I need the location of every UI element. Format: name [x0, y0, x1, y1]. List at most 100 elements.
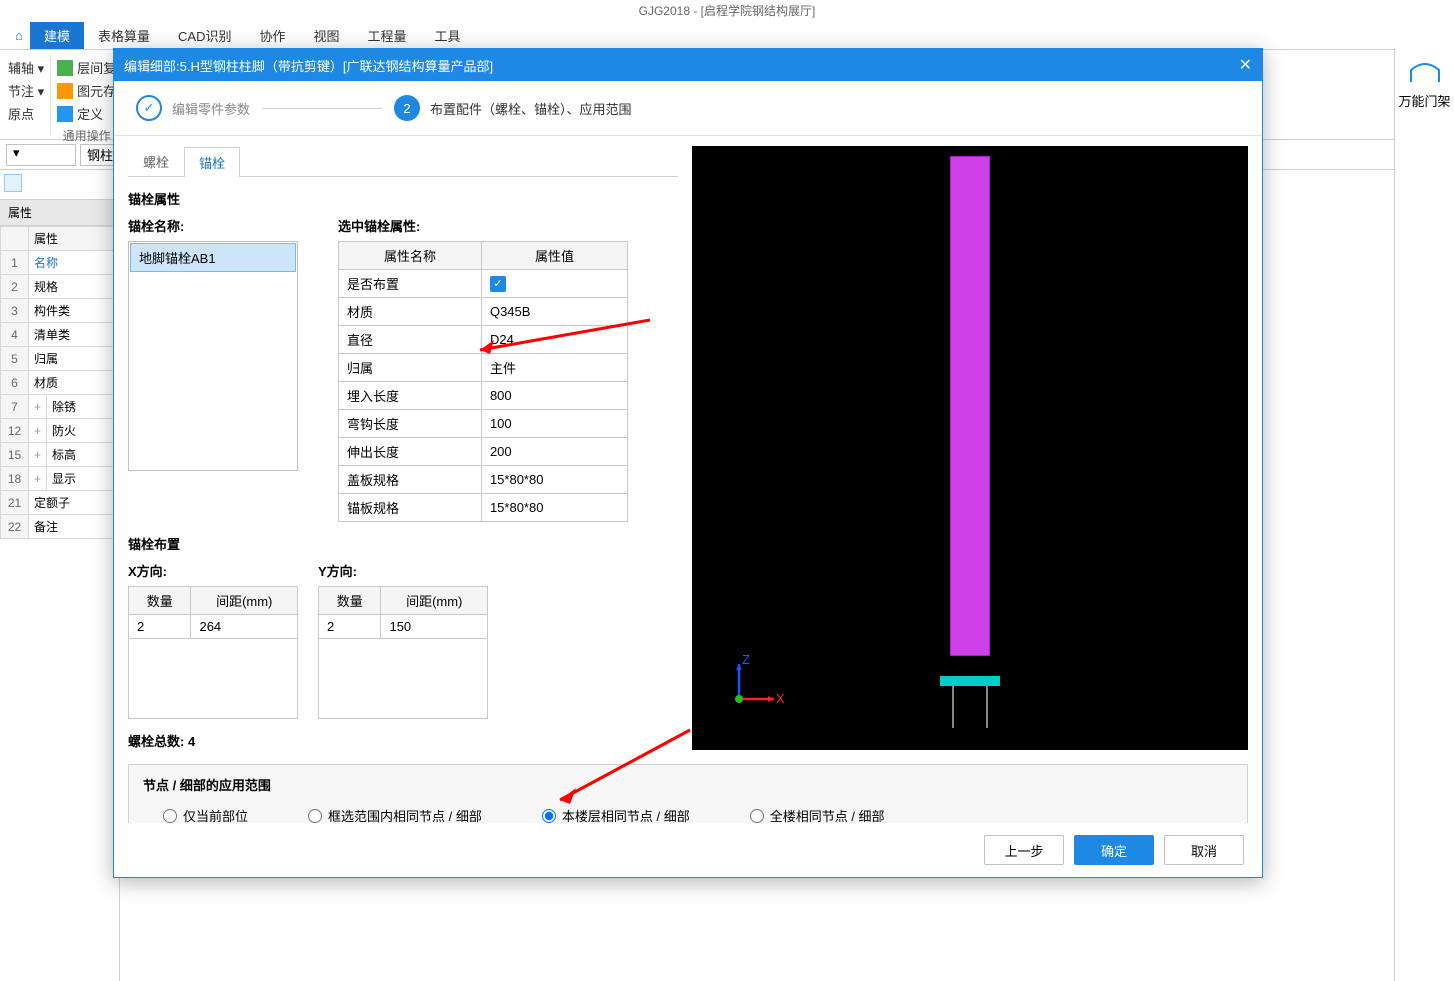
- axis-gizmo[interactable]: X Z: [724, 654, 784, 714]
- x-direction-label: X方向:: [128, 561, 298, 580]
- menu-tab-4[interactable]: 视图: [300, 22, 354, 49]
- attr-name: 归属: [339, 354, 482, 382]
- scope-section: 节点 / 细部的应用范围 仅当前部位 框选范围内相同节点 / 细部 本楼层相同节…: [128, 764, 1248, 823]
- ok-button[interactable]: 确定: [1074, 835, 1154, 865]
- close-icon[interactable]: ✕: [1239, 55, 1252, 75]
- attr-value[interactable]: 800: [481, 382, 627, 410]
- home-icon[interactable]: ⌂: [8, 28, 30, 43]
- attr-value[interactable]: Q345B: [481, 298, 627, 326]
- expand-icon[interactable]: +: [29, 467, 47, 491]
- step-connector: [262, 108, 382, 109]
- xy-header: 间距(mm): [381, 587, 488, 615]
- prop-row[interactable]: 构件类: [29, 299, 119, 323]
- panel-toggle-icon[interactable]: [4, 174, 22, 192]
- attr-value[interactable]: 15*80*80: [481, 494, 627, 522]
- prop-row[interactable]: 归属: [29, 347, 119, 371]
- props-col-header: 属性: [29, 227, 119, 251]
- preview-anchor: [952, 686, 954, 728]
- ribbon-annotation[interactable]: 节注 ▾: [8, 79, 44, 102]
- y-count[interactable]: 2: [319, 615, 381, 639]
- y-direction-label: Y方向:: [318, 561, 488, 580]
- type-selector-blank[interactable]: ▾: [6, 144, 76, 166]
- prop-row[interactable]: 防火: [47, 419, 119, 443]
- step-1[interactable]: ✓ 编辑零件参数: [136, 95, 250, 121]
- attr-header-name: 属性名称: [339, 242, 482, 270]
- edit-detail-dialog: 编辑细部:5.H型钢柱柱脚（带抗剪键）[广联达钢结构算量产品部] ✕ ✓ 编辑零…: [113, 48, 1263, 878]
- check-icon[interactable]: ✓: [490, 276, 506, 292]
- attr-name: 是否布置: [339, 270, 482, 298]
- expand-icon[interactable]: +: [29, 395, 47, 419]
- svg-text:X: X: [776, 691, 784, 706]
- wizard-steps: ✓ 编辑零件参数 2 布置配件（螺栓、锚栓）、应用范围: [114, 81, 1262, 136]
- attr-value[interactable]: 主件: [481, 354, 627, 382]
- ribbon-origin[interactable]: 原点: [8, 102, 44, 125]
- cancel-button[interactable]: 取消: [1164, 835, 1244, 865]
- total-value: 4: [188, 734, 195, 749]
- menu-tab-1[interactable]: 表格算量: [84, 22, 164, 49]
- y-spacing[interactable]: 150: [381, 615, 488, 639]
- preview-anchor: [986, 686, 988, 728]
- dialog-title-bar[interactable]: 编辑细部:5.H型钢柱柱脚（带抗剪键）[广联达钢结构算量产品部] ✕: [114, 49, 1262, 81]
- expand-icon[interactable]: +: [29, 443, 47, 467]
- prop-row-name[interactable]: 名称: [29, 251, 119, 275]
- ribbon-group-label: 通用操作: [57, 125, 116, 144]
- attr-name: 直径: [339, 326, 482, 354]
- scope-opt-0[interactable]: 仅当前部位: [163, 806, 248, 823]
- total-label: 螺栓总数:: [128, 734, 184, 749]
- prop-row[interactable]: 规格: [29, 275, 119, 299]
- x-table-body[interactable]: [128, 639, 298, 719]
- prop-row[interactable]: 除锈: [47, 395, 119, 419]
- y-table: 数量间距(mm) 2150: [318, 586, 488, 639]
- preview-3d[interactable]: X Z: [692, 146, 1248, 750]
- menu-tab-3[interactable]: 协作: [245, 22, 299, 49]
- attr-value[interactable]: 200: [481, 438, 627, 466]
- anchor-list[interactable]: 地脚锚栓AB1: [128, 241, 298, 471]
- prop-row[interactable]: 定额子: [29, 491, 119, 515]
- scope-opt-3[interactable]: 全楼相同节点 / 细部: [750, 806, 885, 823]
- ribbon-elem-save[interactable]: 图元存: [57, 79, 116, 102]
- attr-value[interactable]: D24: [481, 326, 627, 354]
- attr-name: 弯钩长度: [339, 410, 482, 438]
- step-badge-number: 2: [394, 95, 420, 121]
- tab-bolt[interactable]: 螺栓: [128, 146, 184, 176]
- prop-row[interactable]: 标高: [47, 443, 119, 467]
- sidebar-item-label[interactable]: 万能门架: [1395, 91, 1454, 110]
- svg-text:Z: Z: [742, 654, 750, 667]
- arch-icon[interactable]: [1407, 56, 1443, 84]
- expand-icon[interactable]: +: [29, 419, 47, 443]
- step-2[interactable]: 2 布置配件（螺栓、锚栓）、应用范围: [394, 95, 632, 121]
- menu-tab-0[interactable]: 建模: [30, 22, 84, 49]
- scope-title: 节点 / 细部的应用范围: [143, 775, 1233, 794]
- prop-row[interactable]: 显示: [47, 467, 119, 491]
- scope-opt-1[interactable]: 框选范围内相同节点 / 细部: [308, 806, 482, 823]
- scope-opt-2[interactable]: 本楼层相同节点 / 细部: [542, 806, 690, 823]
- ribbon-floor-copy[interactable]: 层间复: [57, 56, 116, 79]
- menu-tab-6[interactable]: 工具: [421, 22, 475, 49]
- prop-row[interactable]: 清单类: [29, 323, 119, 347]
- main-menu: ⌂ 建模 表格算量 CAD识别 协作 视图 工程量 工具: [0, 22, 1454, 50]
- right-sidebar: 万能门架: [1394, 48, 1454, 981]
- x-count[interactable]: 2: [129, 615, 191, 639]
- step-label: 布置配件（螺栓、锚栓）、应用范围: [430, 99, 632, 118]
- ribbon-define[interactable]: 定义: [57, 102, 116, 125]
- prop-row[interactable]: 材质: [29, 371, 119, 395]
- attr-name: 埋入长度: [339, 382, 482, 410]
- tab-anchor[interactable]: 锚栓: [184, 147, 240, 177]
- y-table-body[interactable]: [318, 639, 488, 719]
- prop-row[interactable]: 备注: [29, 515, 119, 539]
- attr-header-value: 属性值: [481, 242, 627, 270]
- props-title: 属性: [0, 200, 119, 226]
- sub-tabs: 螺栓 锚栓: [128, 146, 678, 177]
- attr-value[interactable]: 15*80*80: [481, 466, 627, 494]
- props-table: 属性 1名称 2规格 3构件类 4清单类 5归属 6材质 7+除锈 12+防火 …: [0, 226, 119, 539]
- menu-tab-2[interactable]: CAD识别: [164, 22, 245, 49]
- prev-button[interactable]: 上一步: [984, 835, 1064, 865]
- attr-value[interactable]: 100: [481, 410, 627, 438]
- x-spacing[interactable]: 264: [191, 615, 298, 639]
- attr-value-check[interactable]: ✓: [481, 270, 627, 298]
- section-anchor-layout: 锚栓布置: [128, 534, 678, 553]
- preview-base: [940, 676, 1000, 686]
- anchor-list-item[interactable]: 地脚锚栓AB1: [130, 243, 296, 272]
- ribbon-aux-axis[interactable]: 辅轴 ▾: [8, 56, 44, 79]
- menu-tab-5[interactable]: 工程量: [354, 22, 421, 49]
